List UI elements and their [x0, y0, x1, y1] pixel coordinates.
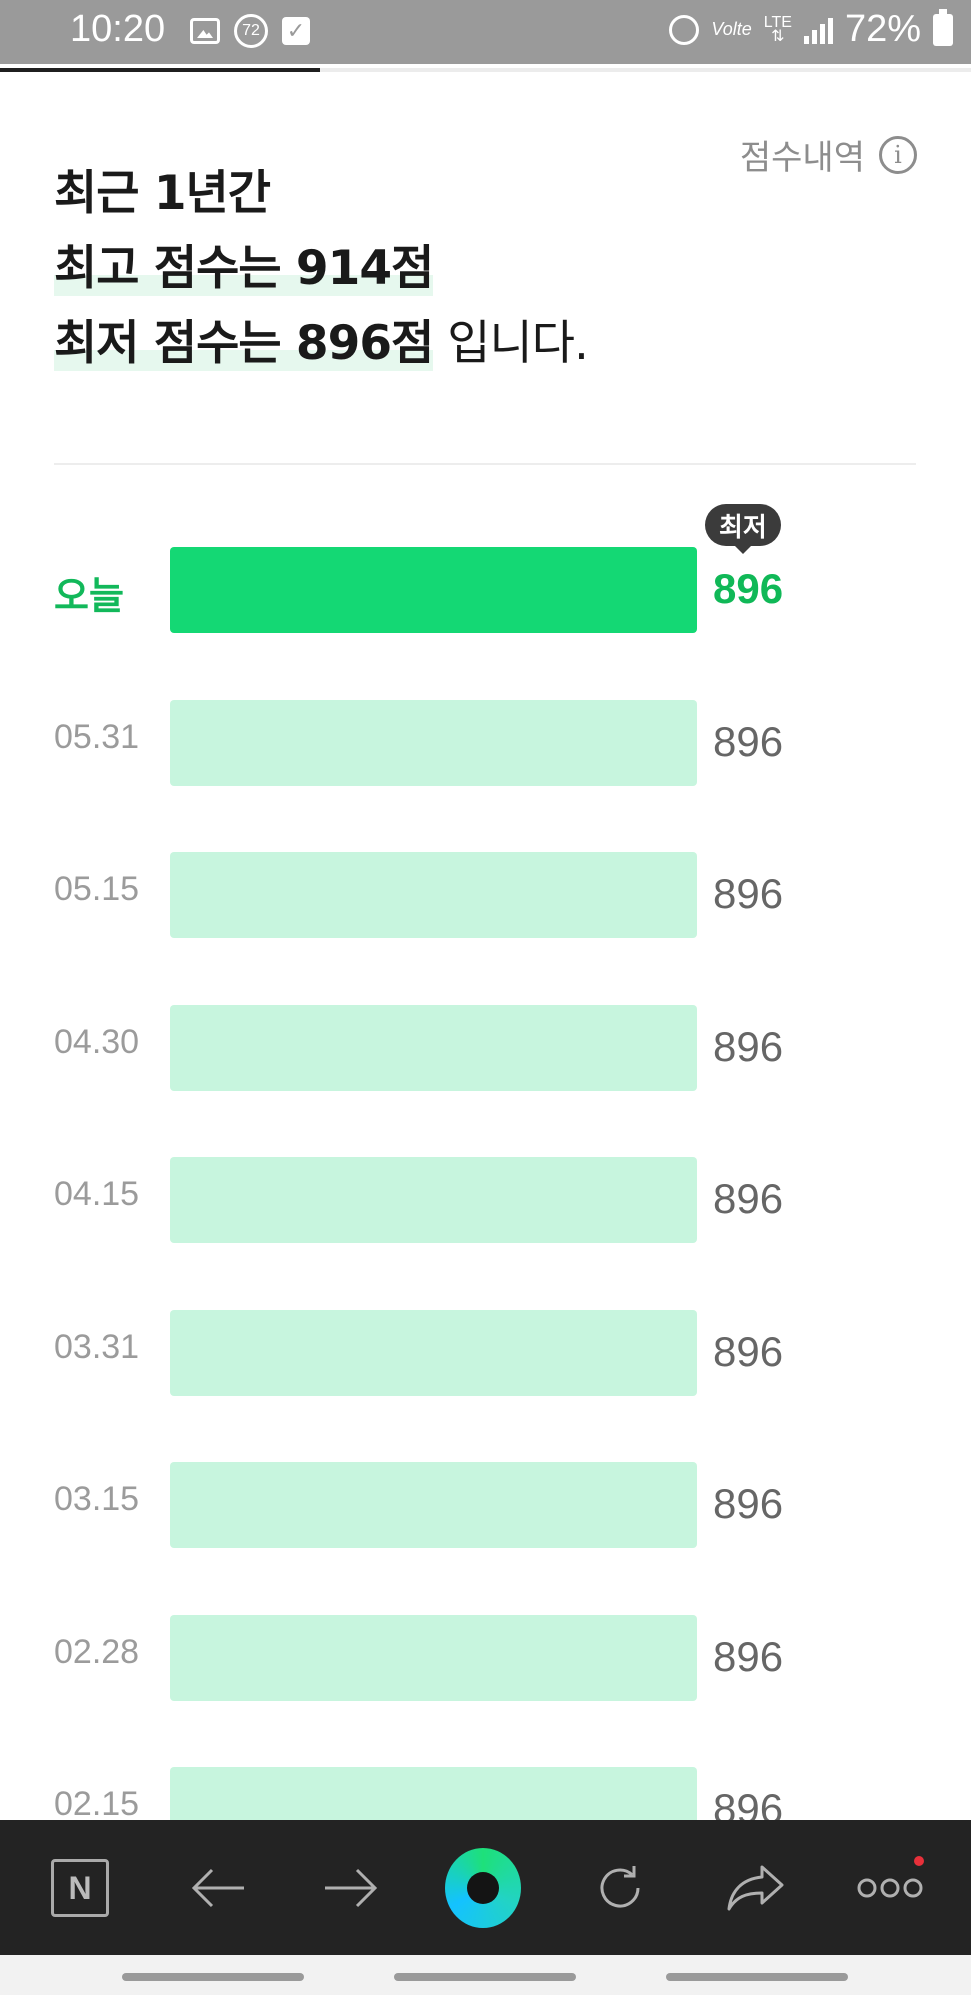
refresh-button[interactable]: [582, 1850, 658, 1926]
back-button[interactable]: [180, 1850, 256, 1926]
score-bar: [170, 1309, 697, 1396]
score-bar: [170, 1462, 697, 1548]
refresh-icon: [600, 1866, 640, 1908]
bar-label: 04.30: [54, 1022, 140, 1061]
naver-home-button[interactable]: N: [42, 1850, 118, 1926]
score-bar: [170, 547, 697, 633]
score-bar: [170, 852, 697, 938]
notification-dot: [914, 1856, 924, 1866]
forward-button[interactable]: [313, 1850, 389, 1926]
bar-label: 05.15: [54, 870, 140, 908]
recents-handle[interactable]: [122, 1973, 304, 1981]
more-button[interactable]: [852, 1850, 928, 1926]
bar-value: 896: [713, 1632, 784, 1680]
naver-home-icon: N: [51, 1859, 109, 1917]
green-dot-button[interactable]: [445, 1848, 521, 1928]
back-handle[interactable]: [666, 1973, 848, 1981]
bar-label: 오늘: [54, 574, 124, 618]
bar-label: 02.15: [54, 1785, 140, 1823]
bar-label: 03.31: [54, 1327, 140, 1366]
bar-value: 896: [713, 717, 784, 765]
bar-value: 896: [713, 870, 784, 917]
system-nav-bar: [0, 1955, 971, 1995]
bar-label: 05.31: [54, 717, 140, 756]
bar-label: 03.15: [54, 1480, 140, 1518]
score-bar-chart: 최저 오늘 896 05.31 896 05.15 896 04.30 896 04.15 896…: [0, 0, 971, 1995]
bar-label: 04.15: [54, 1175, 140, 1213]
bar-value: 896: [713, 565, 784, 612]
more-icon: [857, 1878, 923, 1898]
forward-arrow-icon: [325, 1868, 378, 1908]
share-icon: [727, 1865, 784, 1911]
bar-value: 896: [713, 1327, 784, 1375]
score-bar: [170, 1157, 697, 1243]
bar-label: 02.28: [54, 1632, 140, 1671]
bar-value: 896: [713, 1480, 784, 1527]
green-dot-icon: [445, 1848, 521, 1928]
score-bar: [170, 1614, 697, 1701]
browser-bottom-bar: N: [0, 1820, 971, 1955]
bar-value: 896: [713, 1022, 784, 1070]
home-handle[interactable]: [394, 1973, 576, 1981]
share-button[interactable]: [718, 1850, 794, 1926]
score-bar: [170, 1004, 697, 1091]
lowest-marker-badge: 최저: [705, 504, 781, 554]
bar-value: 896: [713, 1175, 784, 1222]
back-arrow-icon: [191, 1868, 244, 1908]
score-bar: [170, 699, 697, 786]
